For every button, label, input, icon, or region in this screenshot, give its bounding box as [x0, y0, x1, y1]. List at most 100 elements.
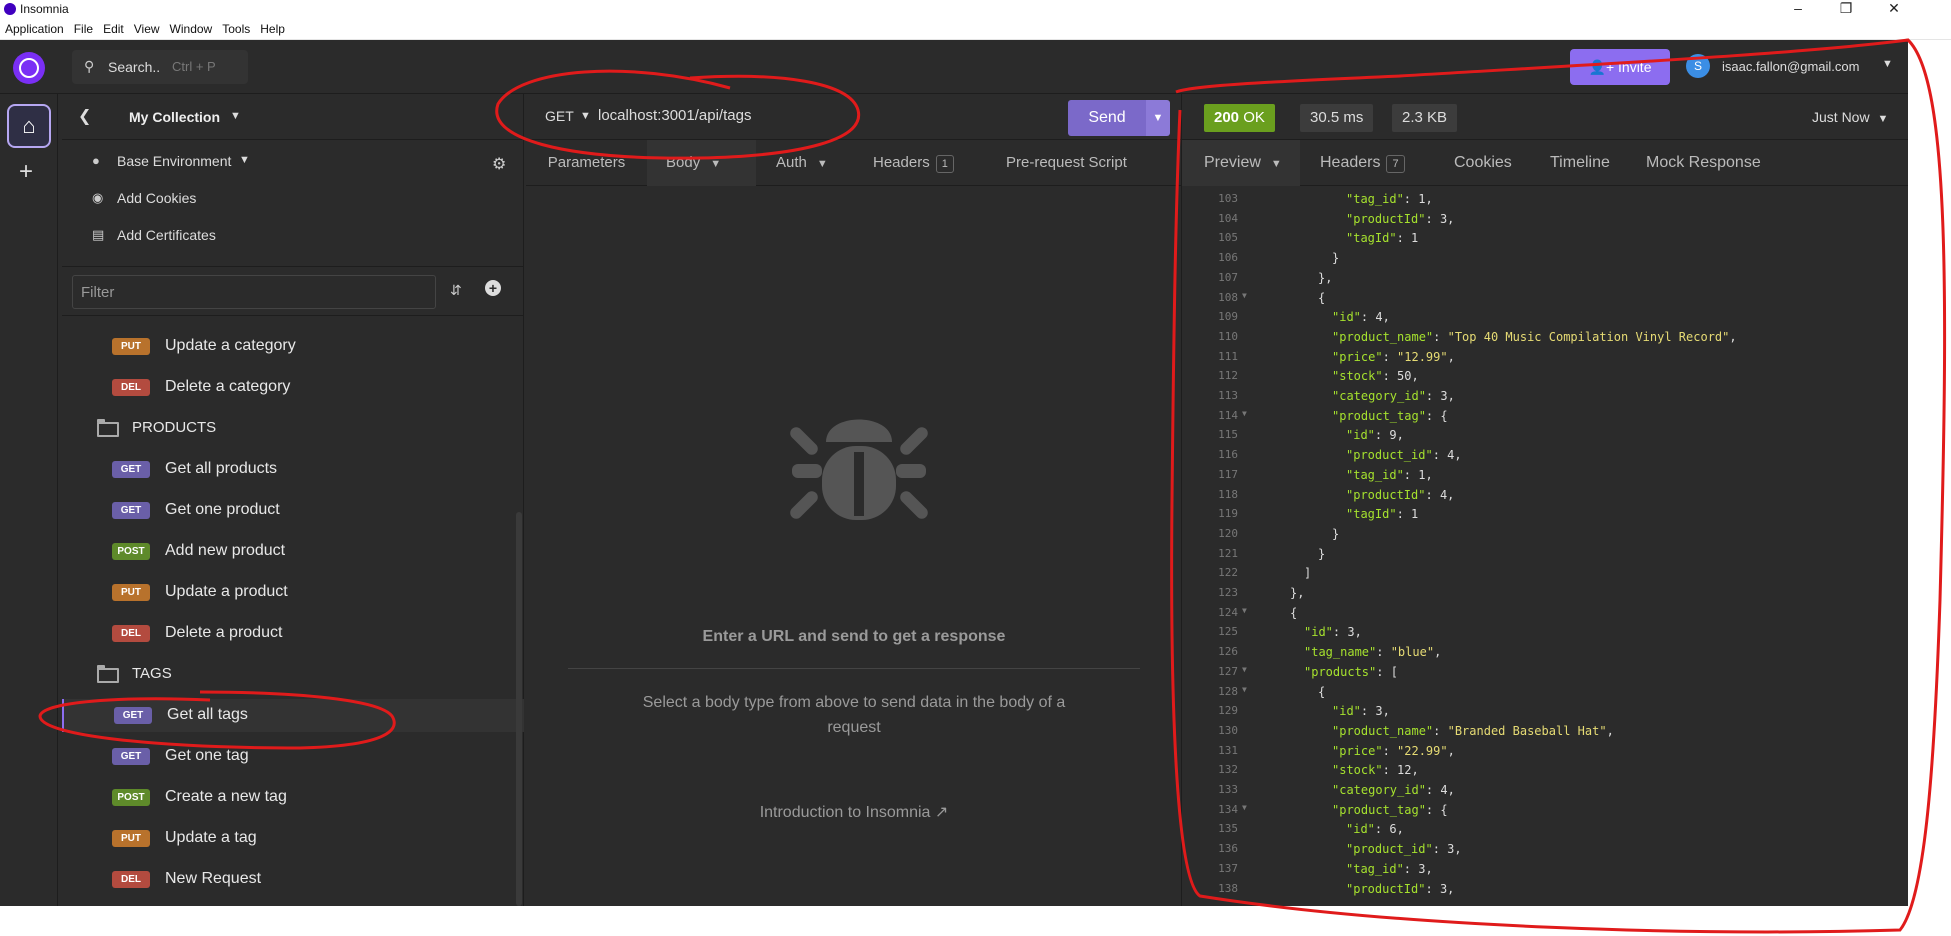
request-item[interactable]: GET Get all tags	[62, 699, 524, 732]
request-label: Create a new tag	[165, 788, 287, 805]
request-label: Add new product	[165, 542, 286, 559]
add-certificates-button[interactable]: ▤ Add Certificates	[62, 217, 462, 253]
request-item[interactable]: POST Create a new tag	[62, 781, 524, 814]
close-icon[interactable]: ✕	[1877, 0, 1911, 18]
json-value: 50	[1397, 369, 1412, 384]
insomnia-app-logo-icon[interactable]	[13, 52, 45, 84]
collection-menu-chevron-icon[interactable]: ▼	[230, 110, 241, 122]
menu-edit[interactable]: Edit	[98, 18, 129, 36]
tab-response-headers[interactable]: Headers 7	[1320, 140, 1430, 186]
json-trailing-comma: ,	[1447, 211, 1455, 226]
tab-timeline[interactable]: Timeline	[1550, 140, 1620, 186]
code-line: 106}	[1182, 251, 1908, 271]
fold-chevron-icon[interactable]: ▼	[1242, 803, 1247, 812]
insomnia-logo-icon	[4, 3, 16, 15]
menu-view[interactable]: View	[129, 18, 165, 36]
code-punctuation: }	[1332, 251, 1340, 266]
chevron-down-icon[interactable]: ▼	[1882, 58, 1893, 70]
send-button[interactable]: Send	[1068, 100, 1146, 136]
add-cookies-button[interactable]: ◉ Add Cookies	[62, 180, 462, 216]
code-punctuation: {	[1318, 684, 1326, 699]
line-number: 131	[1218, 743, 1238, 757]
line-number: 136	[1218, 842, 1238, 856]
request-item[interactable]: DEL Delete a category	[62, 371, 524, 404]
json-key: "tagId"	[1346, 231, 1397, 246]
request-item[interactable]: PUT Update a tag	[62, 822, 524, 855]
json-trailing-comma: ,	[1447, 881, 1455, 896]
menu-tools[interactable]: Tools	[217, 18, 255, 36]
fold-chevron-icon[interactable]: ▼	[1242, 606, 1247, 615]
gear-icon[interactable]: ⚙	[492, 154, 506, 174]
user-email[interactable]: isaac.fallon@gmail.com	[1722, 59, 1859, 74]
minimize-icon[interactable]: –	[1781, 0, 1815, 18]
json-value: "Top 40 Music Compilation Vinyl Record"	[1447, 329, 1730, 344]
line-number: 121	[1218, 546, 1238, 560]
method-badge: GET	[112, 461, 150, 478]
tab-cookies[interactable]: Cookies	[1454, 140, 1524, 186]
request-label: Get one tag	[165, 747, 249, 764]
menu-help[interactable]: Help	[255, 18, 290, 36]
line-number: 104	[1218, 211, 1238, 225]
request-item[interactable]: GET Get all products	[62, 453, 524, 486]
response-history[interactable]: Just Now ▼	[1812, 109, 1888, 125]
code-key-value: "productId": 4,	[1346, 487, 1455, 502]
sort-icon[interactable]: ⇵	[450, 282, 462, 299]
json-value: {	[1440, 802, 1448, 817]
tab-parameters[interactable]: Parameters	[526, 140, 647, 186]
url-input[interactable]: localhost:3001/api/tags	[598, 107, 751, 124]
code-punctuation: },	[1318, 270, 1333, 285]
request-item[interactable]: DEL Delete a product	[62, 617, 524, 650]
tab-pre-request-script[interactable]: Pre-request Script	[1006, 140, 1176, 186]
menu-file[interactable]: File	[69, 18, 98, 36]
fold-chevron-icon[interactable]: ▼	[1242, 685, 1247, 694]
tab-body[interactable]: Body ▼	[647, 140, 756, 186]
empty-state-title: Enter a URL and send to get a response	[702, 628, 1006, 645]
back-chevron-icon[interactable]: ❮	[78, 106, 91, 126]
request-item[interactable]: GET Get one tag	[62, 740, 524, 773]
avatar[interactable]: S	[1686, 54, 1710, 78]
request-item[interactable]: PUT Update a category	[62, 330, 524, 363]
json-trailing-comma: ,	[1447, 487, 1455, 502]
request-item[interactable]: PUT Update a product	[62, 576, 524, 609]
folder-tags[interactable]: TAGS	[62, 658, 524, 691]
search-button[interactable]: ⚲ Search.. Ctrl + P	[72, 50, 248, 84]
introduction-link[interactable]: Introduction to Insomnia ↗	[526, 802, 1182, 822]
tab-mock-response[interactable]: Mock Response	[1646, 140, 1776, 186]
invite-button[interactable]: 👤+ Invite	[1570, 49, 1670, 85]
line-number: 138	[1218, 881, 1238, 895]
request-item[interactable]: GET Get one product	[62, 494, 524, 527]
method-badge: GET	[112, 748, 150, 765]
folder-products[interactable]: PRODUCTS	[62, 412, 524, 445]
method-selector[interactable]: GET	[545, 108, 574, 124]
request-item[interactable]: DEL New Request	[62, 863, 524, 896]
response-body-viewer[interactable]: 103 "tag_id": 1, 104 "productId": 3, 105 "tag…	[1182, 188, 1908, 906]
request-item[interactable]: POST Add new product	[62, 535, 524, 568]
collection-name[interactable]: My Collection	[129, 109, 220, 125]
filter-input[interactable]	[72, 275, 436, 309]
environment-selector[interactable]: ● Base Environment ▼	[62, 143, 462, 179]
tab-preview[interactable]: Preview ▼	[1182, 140, 1300, 186]
maximize-icon[interactable]: ❐	[1829, 0, 1863, 18]
response-pane: 200 OK 30.5 ms 2.3 KB Just Now ▼ Preview…	[1182, 94, 1908, 906]
tab-headers[interactable]: Headers 1	[873, 140, 983, 186]
fold-chevron-icon[interactable]: ▼	[1242, 291, 1247, 300]
menu-application[interactable]: Application	[0, 18, 69, 36]
method-chevron-icon[interactable]: ▼	[580, 110, 591, 122]
code-line: 127 ▼ "products": [	[1182, 665, 1908, 685]
json-value: 4	[1375, 310, 1383, 325]
method-badge: PUT	[112, 830, 150, 847]
add-request-icon[interactable]: +	[485, 280, 501, 296]
add-project-icon[interactable]: +	[19, 158, 33, 186]
tab-auth[interactable]: Auth ▼	[776, 140, 866, 186]
json-trailing-comma: ,	[1447, 743, 1455, 758]
send-options-chevron-icon[interactable]: ▼	[1146, 100, 1170, 136]
sidebar-scrollbar[interactable]	[516, 512, 522, 906]
response-headers-count-badge: 7	[1386, 155, 1405, 173]
menu-window[interactable]: Window	[165, 18, 218, 36]
line-number: 135	[1218, 822, 1238, 836]
body-chevron-icon: ▼	[710, 158, 722, 170]
json-key: "productId"	[1346, 487, 1426, 502]
home-icon[interactable]: ⌂	[7, 104, 51, 148]
fold-chevron-icon[interactable]: ▼	[1242, 409, 1247, 418]
fold-chevron-icon[interactable]: ▼	[1242, 665, 1247, 674]
